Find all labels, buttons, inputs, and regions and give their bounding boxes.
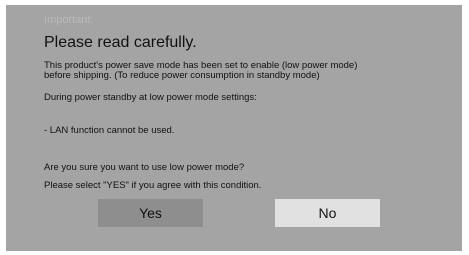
no-button[interactable]: No xyxy=(275,199,380,227)
dialog-heading: Important: xyxy=(44,14,94,26)
dialog-title: Please read carefully. xyxy=(44,34,197,51)
dialog-text-line: Please select "YES" if you agree with th… xyxy=(44,180,262,191)
yes-button-label: Yes xyxy=(139,205,162,221)
dialog-text-line: During power standby at low power mode s… xyxy=(44,92,257,103)
dialog-text-line: Are you sure you want to use low power m… xyxy=(44,162,245,173)
yes-button[interactable]: Yes xyxy=(98,199,203,227)
dialog-text-line: - LAN function cannot be used. xyxy=(44,125,175,136)
low-power-mode-dialog: Important: Please read carefully. This p… xyxy=(6,5,462,251)
no-button-label: No xyxy=(318,205,337,221)
dialog-text-line: before shipping. (To reduce power consum… xyxy=(44,70,320,81)
